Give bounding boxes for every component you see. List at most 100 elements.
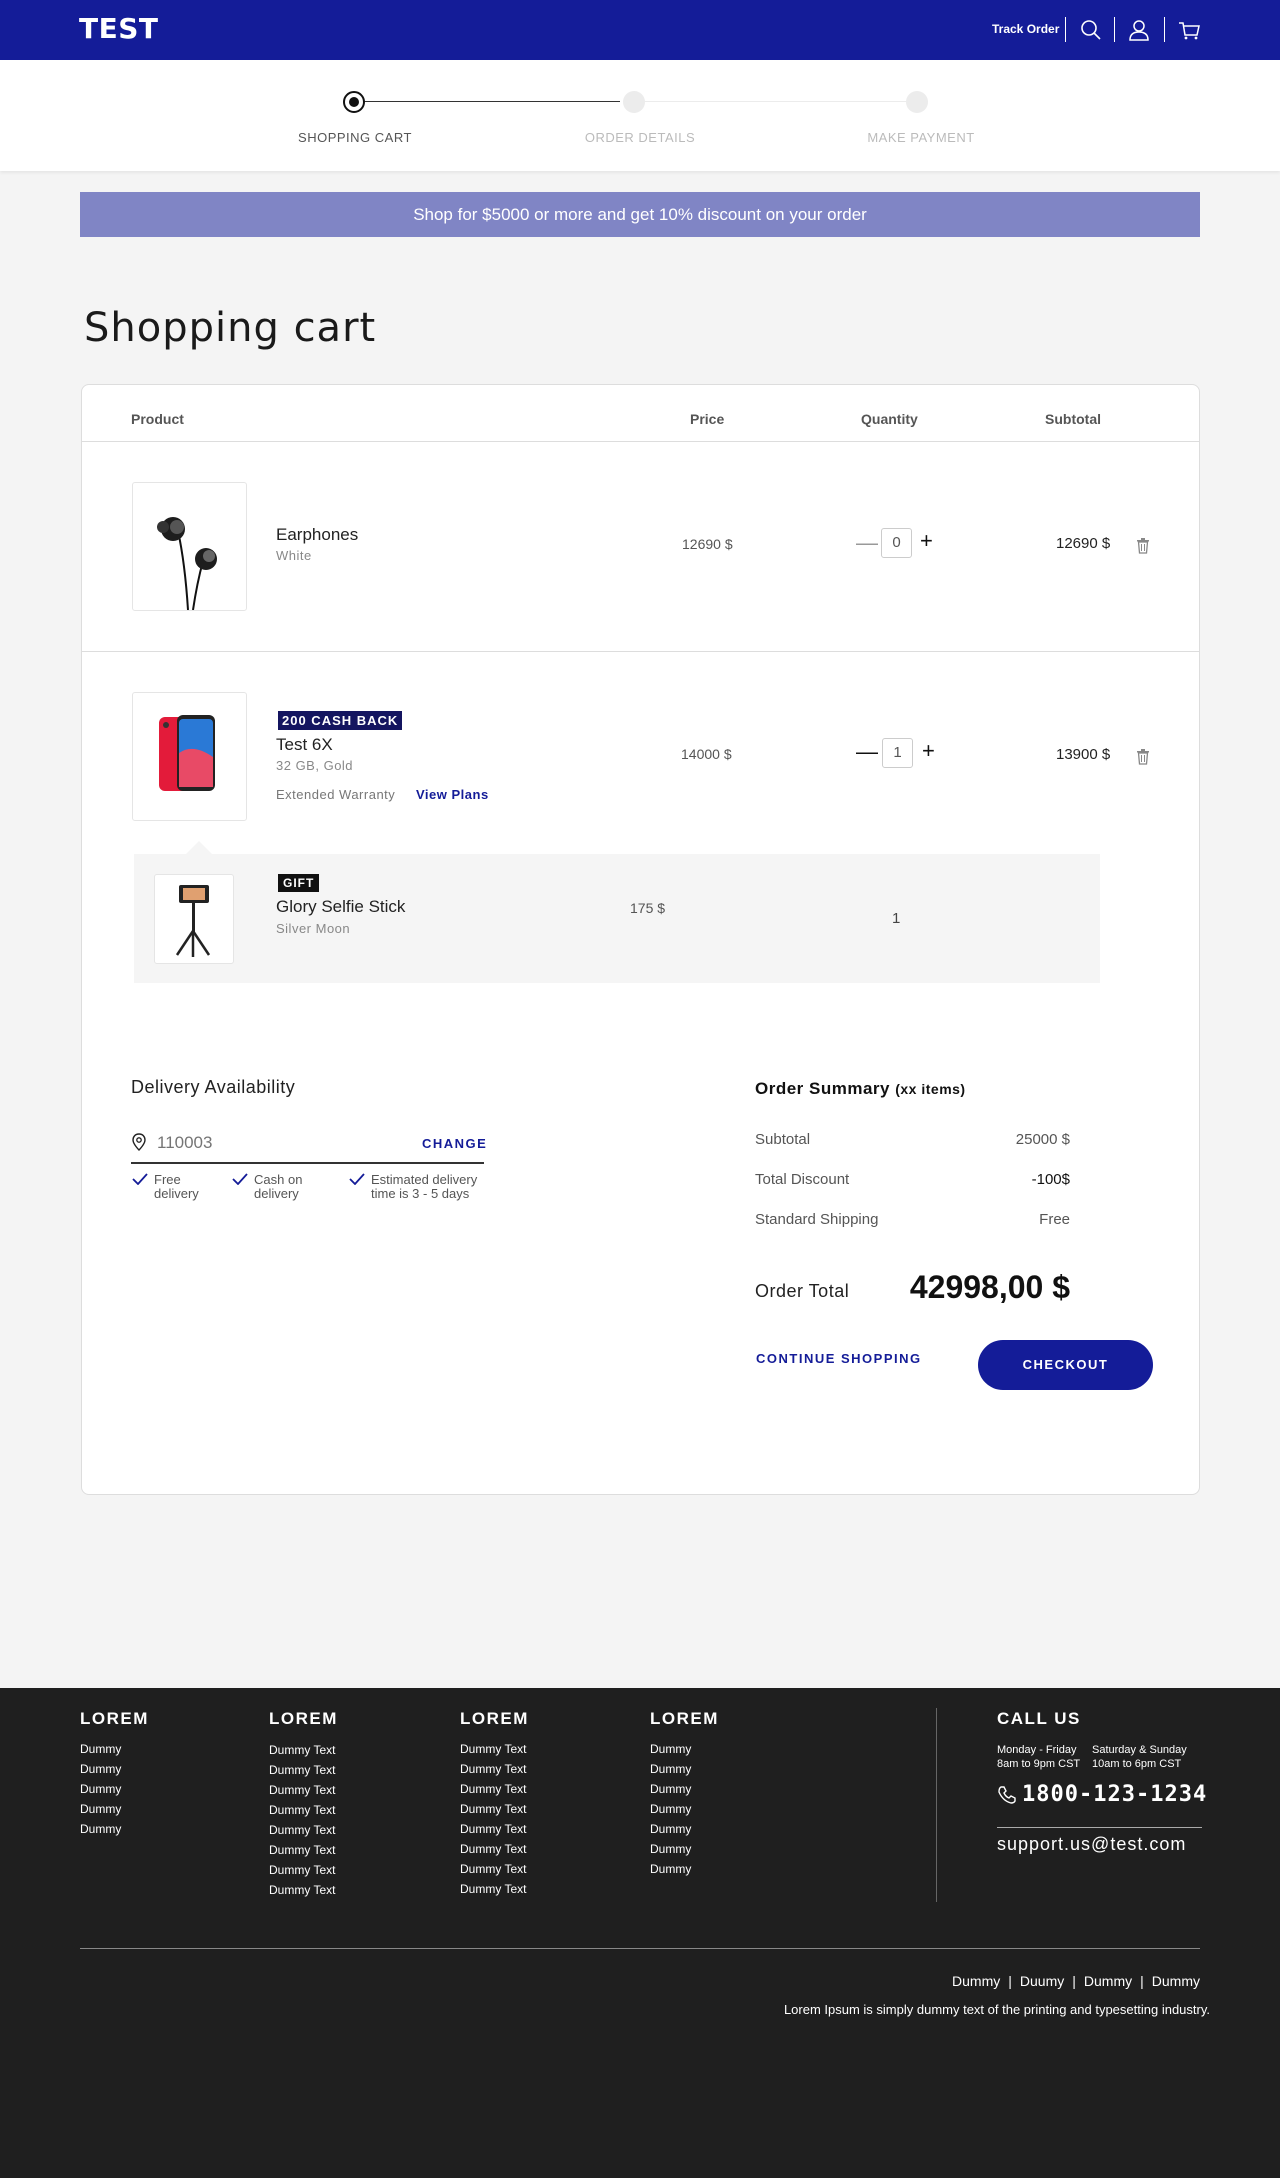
cash-on-delivery-feature: Cash on delivery bbox=[232, 1172, 303, 1201]
product-price: 12690 $ bbox=[682, 536, 733, 552]
pincode-underline bbox=[131, 1162, 484, 1164]
footer-link[interactable]: Dummy Text bbox=[269, 1883, 335, 1897]
weekday-hours: Monday - Friday 8am to 9pm CST bbox=[997, 1743, 1080, 1771]
qty-input[interactable]: 1 bbox=[882, 738, 913, 768]
footer-link[interactable]: Dummy Text bbox=[460, 1862, 526, 1876]
step-dot-make-payment[interactable] bbox=[906, 91, 928, 113]
product-subtotal: 12690 $ bbox=[1056, 535, 1111, 552]
view-plans-link[interactable]: View Plans bbox=[416, 787, 489, 802]
qty-increase-button[interactable]: + bbox=[920, 530, 933, 552]
step-label-order-details: ORDER DETAILS bbox=[584, 130, 696, 145]
header-divider bbox=[1164, 17, 1165, 42]
footer-link[interactable]: Dummy Text bbox=[269, 1823, 335, 1837]
feature-line: Free bbox=[154, 1172, 181, 1187]
feature-line: delivery bbox=[254, 1186, 299, 1201]
header-quantity: Quantity bbox=[861, 411, 918, 427]
footer-bottom-links: Dummy | Duumy | Dummy | Dummy bbox=[944, 1973, 1200, 1989]
gift-row: GIFT Glory Selfie Stick Silver Moon 175 … bbox=[134, 854, 1100, 983]
product-name[interactable]: Earphones bbox=[276, 525, 358, 545]
footer-link[interactable]: Dummy bbox=[650, 1842, 691, 1856]
gift-name: Glory Selfie Stick bbox=[276, 897, 406, 916]
delivery-title: Delivery Availability bbox=[131, 1077, 296, 1097]
header-product: Product bbox=[131, 411, 184, 427]
footer-link[interactable]: Dummy Text bbox=[460, 1742, 526, 1756]
footer-link[interactable]: Dummy bbox=[80, 1802, 121, 1816]
estimated-delivery-feature: Estimated delivery time is 3 - 5 days bbox=[349, 1173, 477, 1201]
footer-link[interactable]: Dummy bbox=[80, 1762, 121, 1776]
feature-line: time is 3 - 5 days bbox=[371, 1186, 470, 1201]
qty-decrease-button[interactable]: — bbox=[856, 741, 878, 763]
footer-link[interactable]: Dummy bbox=[80, 1782, 121, 1796]
page-title: Shopping cart bbox=[84, 305, 377, 351]
footer: LOREM Dummy Dummy Dummy Dummy Dummy LORE… bbox=[0, 1688, 1280, 2178]
summary-value: Free bbox=[1039, 1211, 1070, 1228]
footer-link[interactable]: Dummy Text bbox=[269, 1843, 335, 1857]
footer-bottom-link[interactable]: Dummy bbox=[944, 1973, 1008, 1989]
footer-column-title: LOREM bbox=[269, 1709, 338, 1728]
gift-variant: Silver Moon bbox=[276, 921, 351, 936]
hours-line: Saturday & Sunday bbox=[1092, 1744, 1187, 1756]
footer-link[interactable]: Dummy bbox=[650, 1762, 691, 1776]
qty-increase-button[interactable]: + bbox=[922, 740, 935, 762]
change-pincode-button[interactable]: CHANGE bbox=[422, 1136, 487, 1151]
checkout-stepper: SHOPPING CART ORDER DETAILS MAKE PAYMENT bbox=[0, 60, 1280, 171]
call-us-title: CALL US bbox=[997, 1709, 1081, 1728]
pincode-input[interactable] bbox=[157, 1133, 357, 1153]
gift-price: 175 $ bbox=[630, 900, 666, 916]
footer-link[interactable]: Dummy Text bbox=[269, 1763, 335, 1777]
step-dot-shopping-cart[interactable] bbox=[343, 91, 365, 113]
footer-bottom-link[interactable]: Dummy bbox=[1144, 1973, 1200, 1989]
cart-icon[interactable] bbox=[1176, 17, 1202, 43]
call-divider bbox=[997, 1827, 1202, 1828]
logo[interactable]: TEST bbox=[79, 12, 159, 45]
footer-link[interactable]: Dummy Text bbox=[269, 1803, 335, 1817]
check-icon bbox=[132, 1173, 148, 1185]
header-divider bbox=[82, 441, 1199, 442]
phone-number[interactable]: 1800-123-1234 bbox=[1022, 1782, 1207, 1807]
qty-input[interactable]: 0 bbox=[881, 528, 912, 558]
selfie-stick-image[interactable] bbox=[154, 874, 234, 964]
footer-link[interactable]: Dummy Text bbox=[269, 1743, 335, 1757]
footer-bottom-link[interactable]: Duumy bbox=[1012, 1973, 1072, 1989]
footer-link[interactable]: Dummy bbox=[650, 1802, 691, 1816]
footer-link[interactable]: Dummy bbox=[80, 1822, 121, 1836]
row-divider bbox=[82, 651, 1199, 652]
trash-icon[interactable] bbox=[1136, 749, 1150, 765]
continue-shopping-button[interactable]: CONTINUE SHOPPING bbox=[756, 1351, 922, 1366]
footer-link[interactable]: Dummy Text bbox=[460, 1882, 526, 1896]
product-variant: White bbox=[276, 548, 312, 563]
footer-link[interactable]: Dummy Text bbox=[269, 1783, 335, 1797]
search-icon[interactable] bbox=[1078, 17, 1104, 43]
footer-column-title: LOREM bbox=[80, 1709, 149, 1728]
checkout-button[interactable]: CHECKOUT bbox=[978, 1340, 1153, 1390]
summary-label: Subtotal bbox=[755, 1131, 811, 1148]
footer-link[interactable]: Dummy Text bbox=[460, 1822, 526, 1836]
step-dot-order-details[interactable] bbox=[623, 91, 645, 113]
footer-link[interactable]: Dummy Text bbox=[460, 1762, 526, 1776]
track-order-link[interactable]: Track Order bbox=[992, 22, 1059, 36]
footer-link[interactable]: Dummy bbox=[650, 1862, 691, 1876]
footer-link[interactable]: Dummy Text bbox=[460, 1802, 526, 1816]
qty-decrease-button[interactable]: — bbox=[856, 532, 878, 554]
top-header: TEST Track Order bbox=[0, 0, 1280, 60]
step-label-make-payment: MAKE PAYMENT bbox=[867, 130, 975, 145]
step-label-shopping-cart: SHOPPING CART bbox=[298, 130, 412, 145]
footer-link[interactable]: Dummy Text bbox=[460, 1842, 526, 1856]
feature-line: Cash on bbox=[254, 1172, 303, 1187]
footer-link[interactable]: Dummy Text bbox=[269, 1863, 335, 1877]
footer-link[interactable]: Dummy Text bbox=[460, 1782, 526, 1796]
footer-link[interactable]: Dummy bbox=[650, 1782, 691, 1796]
footer-bottom-link[interactable]: Dummy bbox=[1076, 1973, 1140, 1989]
footer-link[interactable]: Dummy bbox=[650, 1822, 691, 1836]
support-email[interactable]: support.us@test.com bbox=[997, 1834, 1186, 1855]
phone-image[interactable] bbox=[132, 692, 247, 821]
user-icon[interactable] bbox=[1126, 17, 1152, 43]
footer-divider bbox=[80, 1948, 1200, 1949]
product-name[interactable]: Test 6X bbox=[276, 735, 333, 755]
footer-link[interactable]: Dummy bbox=[80, 1742, 121, 1756]
trash-icon[interactable] bbox=[1136, 538, 1150, 554]
header-divider bbox=[1114, 17, 1115, 42]
footer-link[interactable]: Dummy bbox=[650, 1742, 691, 1756]
summary-label: Standard Shipping bbox=[755, 1211, 879, 1228]
earphones-image[interactable] bbox=[132, 482, 247, 611]
